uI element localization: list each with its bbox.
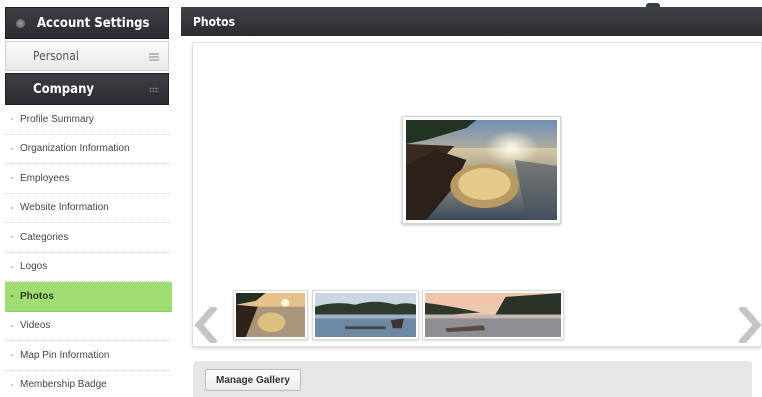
bullet-icon	[11, 147, 13, 150]
thumbnail-2[interactable]	[312, 290, 419, 340]
account-settings-title: Account Settings	[37, 15, 150, 31]
sidebar-item-organization-information[interactable]: Organization Information	[5, 134, 169, 164]
sidebar-item-label: Organization Information	[20, 143, 130, 155]
bullet-icon	[11, 236, 13, 238]
manage-gallery-button[interactable]: Manage Gallery	[205, 369, 301, 391]
grid-icon	[149, 87, 159, 92]
sidebar-item-membership-badge[interactable]: Membership Badge	[5, 370, 169, 397]
bullet-icon	[11, 265, 13, 268]
company-section-toggle[interactable]: Company	[5, 73, 169, 105]
bullet-icon	[11, 295, 13, 297]
photos-panel-header: Photos	[181, 7, 762, 36]
sidebar-item-label: Membership Badge	[20, 379, 107, 391]
sidebar-item-label: Profile Summary	[20, 113, 94, 125]
personal-section-toggle[interactable]: Personal	[5, 41, 169, 71]
bullet-icon	[11, 206, 13, 209]
bullet-icon	[11, 177, 13, 179]
next-photo-button[interactable]	[738, 304, 762, 346]
gallery-toolbar: Manage Gallery	[193, 361, 752, 397]
sidebar-item-label: Employees	[20, 172, 70, 184]
sidebar-item-label: Website Information	[20, 202, 109, 214]
sidebar-item-label: Photos	[20, 290, 54, 302]
thumbnail-1[interactable]	[233, 290, 308, 340]
sidebar-item-label: Videos	[20, 320, 51, 332]
hamburger-icon	[149, 53, 159, 61]
thumbnail-3[interactable]	[422, 290, 564, 340]
thumbnail-image	[236, 293, 305, 337]
sidebar-item-photos[interactable]: Photos	[5, 282, 172, 312]
account-settings-header[interactable]: Account Settings	[5, 7, 169, 39]
sidebar-item-categories[interactable]: Categories	[5, 223, 169, 253]
bullet-icon	[11, 354, 13, 356]
company-label: Company	[33, 81, 95, 97]
sidebar-item-logos[interactable]: Logos	[5, 252, 169, 282]
company-menu: Profile Summary Organization Information…	[5, 105, 172, 397]
thumbnail-image	[315, 293, 416, 337]
sidebar-item-label: Logos	[20, 261, 48, 273]
chevron-right-icon	[738, 304, 762, 346]
sidebar-item-employees[interactable]: Employees	[5, 164, 169, 194]
sidebar-item-map-pin-information[interactable]: Map Pin Information	[5, 341, 169, 371]
photo-gallery	[192, 42, 762, 347]
personal-label: Personal	[33, 49, 79, 63]
sidebar-item-profile-summary[interactable]: Profile Summary	[5, 105, 169, 135]
bullet-icon	[11, 383, 13, 386]
prev-photo-button[interactable]	[193, 304, 218, 346]
sidebar-item-videos[interactable]: Videos	[5, 311, 169, 341]
lake-sunset-photo	[406, 120, 557, 220]
sidebar-item-label: Map Pin Information	[20, 349, 110, 361]
account-sidebar: Account Settings Personal Company Profil…	[5, 7, 172, 397]
chevron-left-icon	[194, 304, 218, 346]
gear-icon	[16, 18, 25, 28]
bullet-icon	[11, 118, 13, 120]
page-title: Photos	[193, 14, 236, 29]
sidebar-item-website-information[interactable]: Website Information	[5, 193, 169, 223]
sidebar-item-label: Categories	[20, 231, 69, 243]
bullet-icon	[11, 324, 13, 327]
main-photo-preview[interactable]	[402, 116, 561, 224]
thumbnail-image	[425, 293, 561, 337]
